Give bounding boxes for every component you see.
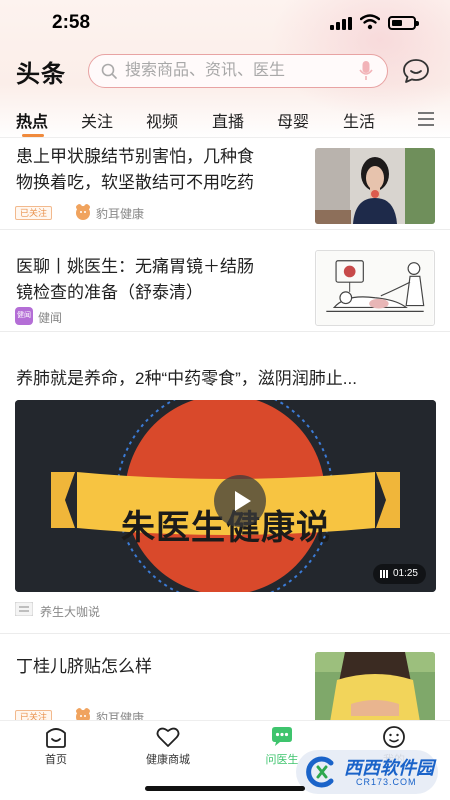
category-tabs: 热点 关注 视频 直播 母婴 生活	[0, 104, 450, 138]
tab-live[interactable]: 直播	[212, 108, 244, 132]
signal-icon	[330, 17, 352, 30]
article-title-line1: 医聊丨姚医生：无痛胃镜＋结肠	[16, 257, 254, 276]
home-indicator	[145, 786, 305, 791]
source-name: 养生大咖说	[40, 605, 101, 619]
source-logo-icon: 健闻	[15, 307, 33, 325]
battery-icon	[388, 16, 419, 30]
message-icon[interactable]	[402, 58, 430, 84]
search-icon	[101, 63, 117, 79]
nav-home-label: 首页	[45, 754, 67, 766]
article-title-line1: 患上甲状腺结节别害怕，几种食	[16, 147, 254, 166]
chat-bubble-icon	[272, 727, 292, 746]
search-input[interactable]	[125, 59, 345, 83]
play-icon	[235, 491, 251, 511]
wifi-icon	[360, 14, 380, 30]
tab-life[interactable]: 生活	[343, 108, 375, 132]
play-button[interactable]	[214, 475, 266, 527]
nav-health-mall[interactable]: 健康商城	[128, 725, 208, 767]
video-player[interactable]: 朱医生健康说 01:25	[15, 400, 436, 592]
video-duration: 01:25	[372, 564, 426, 584]
article-thumbnail	[315, 250, 435, 326]
tab-following[interactable]: 关注	[81, 108, 113, 132]
watermark-logo-icon	[306, 756, 334, 788]
article-title-line2: 镜检查的准备（舒泰清）	[16, 283, 203, 302]
watermark-domain: CR173.COM	[356, 777, 417, 787]
article-thumbnail	[315, 652, 435, 728]
microphone-icon[interactable]	[359, 61, 373, 81]
source-logo-icon	[76, 204, 90, 220]
followed-badge: 已关注	[15, 206, 53, 220]
source-name: 健闻	[38, 311, 63, 325]
heart-icon	[156, 727, 180, 747]
menu-icon[interactable]	[418, 112, 434, 126]
source-logo-icon	[15, 602, 33, 616]
source-name: 豹耳健康	[96, 207, 145, 221]
article-card[interactable]: 丁桂儿脐贴怎么样 已关注 豹耳健康	[0, 640, 450, 728]
tab-hot[interactable]: 热点	[16, 108, 48, 132]
profile-smile-icon	[383, 726, 405, 748]
article-card[interactable]: 医聊丨姚医生：无痛胃镜＋结肠 镜检查的准备（舒泰清） 健闻 健闻	[0, 240, 450, 332]
search-bar[interactable]	[88, 54, 388, 88]
nav-home[interactable]: 首页	[16, 725, 96, 767]
active-tab-indicator	[22, 134, 44, 137]
app-header: 头条	[0, 50, 450, 94]
tab-video[interactable]: 视频	[146, 108, 178, 132]
nav-health-mall-label: 健康商城	[146, 754, 190, 766]
site-watermark: 西西软件园 CR173.COM	[296, 750, 438, 794]
tab-maternity[interactable]: 母婴	[277, 108, 309, 132]
article-title: 丁桂儿脐贴怎么样	[16, 657, 152, 676]
home-smile-icon	[46, 728, 66, 748]
article-card[interactable]: 患上甲状腺结节别害怕，几种食 物换着吃，软坚散结可不用吃药 已关注 豹耳健康	[0, 138, 450, 230]
page-title: 头条	[16, 61, 66, 88]
status-time: 2:58	[52, 12, 91, 33]
article-title-line2: 物换着吃，软坚散结可不用吃药	[16, 173, 254, 192]
status-bar: 2:58	[0, 0, 450, 46]
article-title: 养肺就是养命，2种“中药零食”，滋阴润肺止...	[16, 369, 357, 388]
article-thumbnail	[315, 148, 435, 224]
